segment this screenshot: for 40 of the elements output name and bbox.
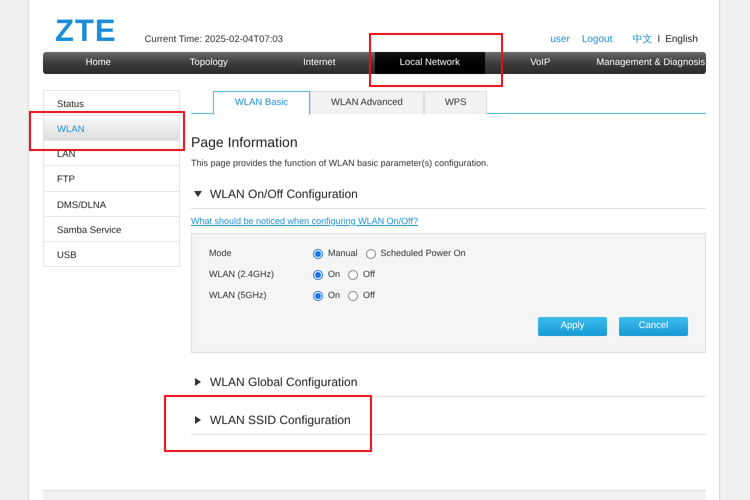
language-separator: I [657, 33, 660, 47]
radio-option[interactable]: Manual [313, 246, 358, 260]
header-link[interactable]: user [550, 32, 570, 47]
current-time: Current Time: 2025-02-04T07:03 [144, 32, 283, 47]
header-link[interactable]: Logout [582, 32, 612, 47]
sidebar-item[interactable]: FTP [44, 170, 179, 190]
section-header[interactable]: WLAN Global Configuration [191, 373, 358, 391]
nav-item[interactable]: Home [43, 52, 154, 74]
page-description: This page provides the function of WLAN basic parameter(s) configuration. [191, 157, 490, 170]
radio-option[interactable]: Off [348, 268, 375, 282]
help-link[interactable]: What should be noticed when configuring WLAN On/Off? [191, 214, 706, 228]
triangle-right-icon [194, 416, 202, 424]
radio-option[interactable]: Off [348, 288, 375, 302]
radio-option[interactable]: On [313, 288, 340, 302]
tab[interactable]: WLAN Advanced [310, 91, 424, 114]
field-label: Mode [209, 246, 233, 260]
sidebar-item[interactable]: USB [44, 246, 179, 266]
sidebar-item[interactable]: DMS/DLNA [44, 196, 179, 216]
tab[interactable]: WLAN Basic [213, 91, 310, 115]
triangle-down-icon [194, 190, 202, 198]
language-link[interactable]: English [665, 32, 698, 47]
section-header[interactable]: WLAN SSID Configuration [191, 411, 351, 429]
page-title: Page Information [191, 133, 299, 152]
radio-option[interactable]: On [313, 268, 340, 282]
section-header[interactable]: WLAN On/Off Configuration [191, 184, 358, 202]
tab[interactable]: WPS [424, 91, 488, 114]
nav-item[interactable]: Topology [154, 52, 264, 74]
field-label: WLAN (2.4GHz) [209, 268, 276, 281]
radio-option[interactable]: Scheduled Power On [366, 246, 466, 260]
logo: ZTE [55, 16, 117, 46]
field-label: WLAN (5GHz) [209, 288, 268, 302]
triangle-right-icon [194, 378, 202, 386]
nav-item[interactable]: Internet [264, 52, 374, 74]
sidebar-item[interactable]: Samba Service [44, 220, 179, 241]
nav-item[interactable]: Local Network [374, 52, 485, 74]
sidebar-item[interactable]: Status [44, 95, 179, 116]
language-link[interactable]: 中文 [632, 32, 652, 47]
sidebar-item[interactable]: LAN [44, 145, 179, 166]
nav-item[interactable]: Management & Diagnosis [596, 52, 706, 74]
nav-item[interactable]: VoIP [485, 52, 596, 74]
